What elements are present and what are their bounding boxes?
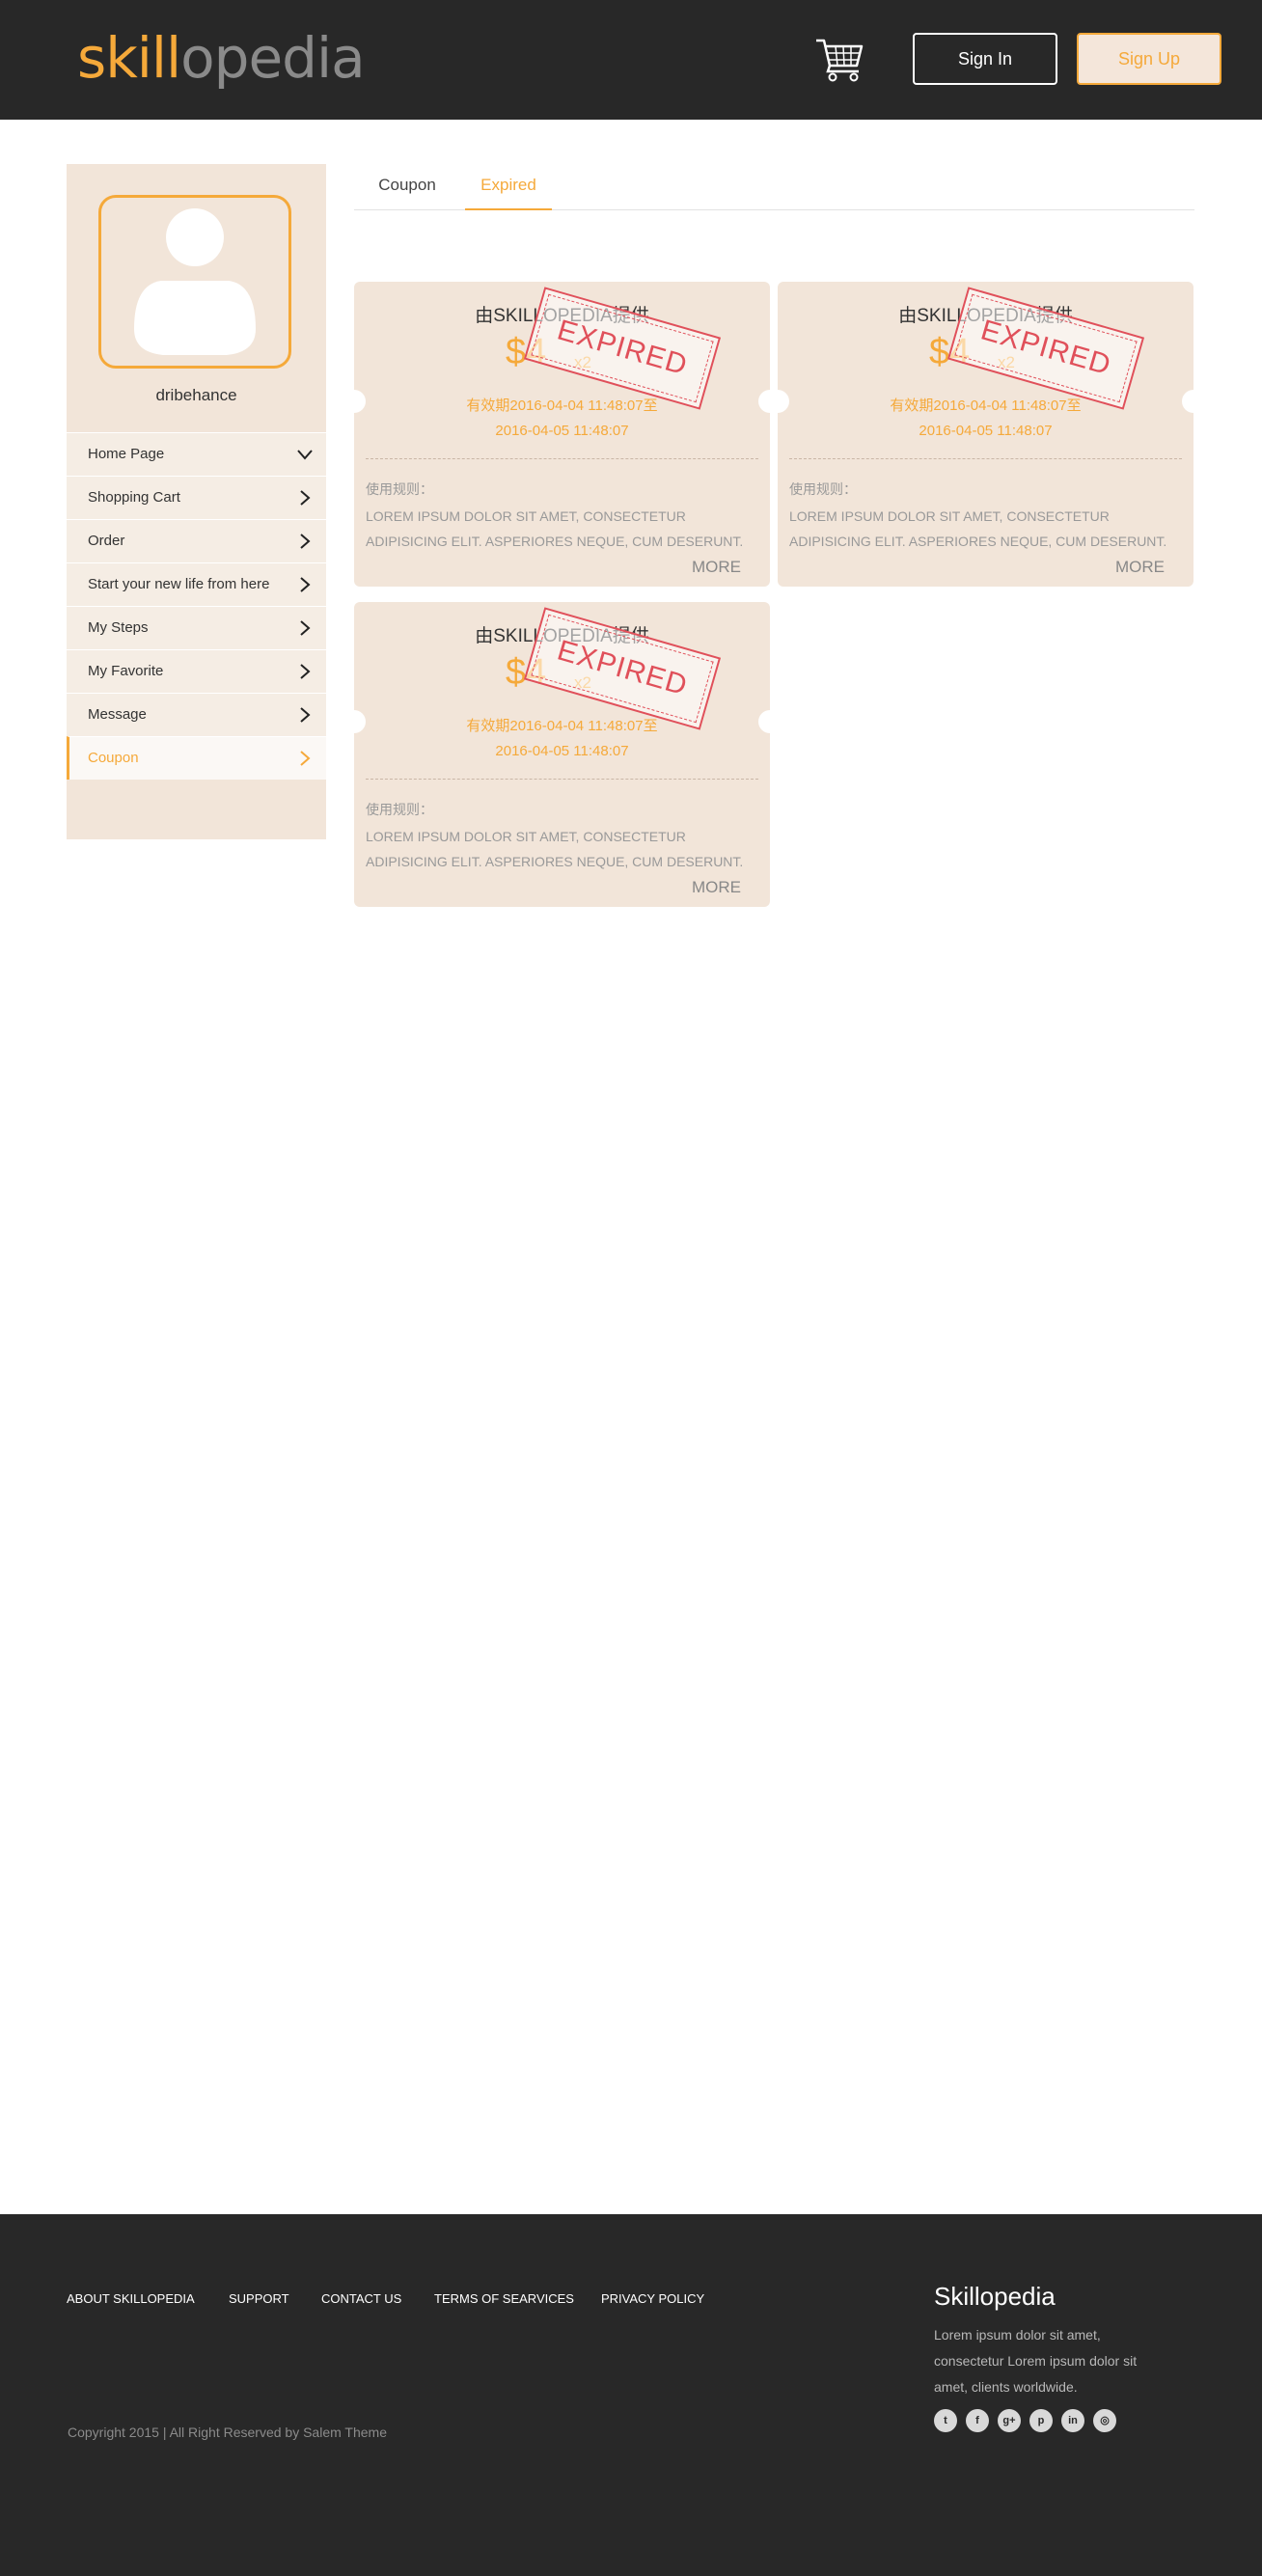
- sidebar-item-label: Start your new life from here: [88, 576, 270, 592]
- coupon-rules-text: LOREM IPSUM DOLOR SIT AMET, CONSECTETUR …: [366, 508, 744, 549]
- more-link[interactable]: MORE: [1115, 558, 1165, 577]
- sidebar-item-label: Shopping Cart: [88, 489, 180, 506]
- coupon-rules-title: 使用规则：: [789, 481, 857, 497]
- copyright-text: Copyright 2015 | All Right Reserved by S…: [68, 2425, 387, 2440]
- chevron-right-icon: [300, 751, 311, 766]
- sidebar-item-my-favorite[interactable]: My Favorite: [67, 649, 326, 693]
- coupon-card[interactable]: 由SKILLOPEDIA提供 $4 x2 有效期2016-04-04 11:48…: [354, 602, 770, 907]
- sidebar-item-label: Coupon: [88, 750, 139, 766]
- tab-coupon[interactable]: Coupon: [354, 176, 460, 210]
- chevron-right-icon: [300, 620, 311, 636]
- chevron-right-icon: [300, 534, 311, 549]
- chevron-down-icon: [297, 450, 313, 460]
- pinterest-icon[interactable]: p: [1029, 2409, 1053, 2432]
- chevron-right-icon: [300, 490, 311, 506]
- chevron-right-icon: [300, 707, 311, 723]
- chevron-right-icon: [300, 577, 311, 592]
- footer-link-support[interactable]: SUPPORT: [229, 2291, 289, 2306]
- sidebar-item-label: My Steps: [88, 619, 149, 636]
- coupon-rules-title: 使用规则：: [366, 802, 433, 817]
- coupon-rules-title: 使用规则：: [366, 481, 433, 497]
- coupon-card[interactable]: 由SKILLOPEDIA提供 $4 x2 有效期2016-04-04 11:48…: [354, 282, 770, 587]
- validity-start: 有效期2016-04-04 11:48:07至: [466, 718, 658, 734]
- footer-link-privacy[interactable]: PRIVACY POLICY: [601, 2291, 704, 2306]
- footer-link-contact[interactable]: CONTACT US: [321, 2291, 401, 2306]
- divider: [366, 458, 758, 459]
- coupon-rules-text: LOREM IPSUM DOLOR SIT AMET, CONSECTETUR …: [366, 829, 744, 869]
- validity-end: 2016-04-05 11:48:07: [495, 743, 629, 759]
- divider: [789, 458, 1182, 459]
- sidebar-item-label: Message: [88, 706, 147, 723]
- footer-brand: Skillopedia: [934, 2282, 1056, 2311]
- validity-end: 2016-04-05 11:48:07: [495, 423, 629, 439]
- account-sidebar: dribehance Home Page Shopping Cart Order…: [67, 164, 326, 839]
- sign-in-button[interactable]: Sign In: [913, 33, 1057, 85]
- sign-up-button[interactable]: Sign Up: [1077, 33, 1221, 85]
- coupon-validity: 有效期2016-04-04 11:48:07至 2016-04-05 11:48…: [354, 394, 770, 444]
- footer-link-terms[interactable]: TERMS OF SEARVICES: [434, 2291, 574, 2306]
- sidebar-item-start-new-life[interactable]: Start your new life from here: [67, 562, 326, 606]
- coupon-card[interactable]: 由SKILLOPEDIA提供 $4 x2 有效期2016-04-04 11:48…: [778, 282, 1193, 587]
- chevron-right-icon: [300, 664, 311, 679]
- more-link[interactable]: MORE: [692, 558, 741, 577]
- sidebar-item-shopping-cart[interactable]: Shopping Cart: [67, 476, 326, 519]
- logo-skill-text: skill: [77, 25, 181, 91]
- validity-end: 2016-04-05 11:48:07: [919, 423, 1053, 439]
- sidebar-item-message[interactable]: Message: [67, 693, 326, 736]
- dribbble-icon[interactable]: ◎: [1093, 2409, 1116, 2432]
- google-plus-icon[interactable]: g+: [998, 2409, 1021, 2432]
- coupon-tabs: Coupon Expired: [354, 164, 1194, 210]
- footer-description: Lorem ipsum dolor sit amet, consectetur …: [934, 2327, 1138, 2395]
- sidebar-menu: Home Page Shopping Cart Order Start your…: [67, 432, 326, 780]
- footer-link-about[interactable]: ABOUT SKILLOPEDIA: [67, 2291, 195, 2306]
- sidebar-item-my-steps[interactable]: My Steps: [67, 606, 326, 649]
- logo-opedia-text: opedia: [180, 25, 365, 91]
- username: dribehance: [155, 386, 237, 404]
- twitter-icon[interactable]: t: [934, 2409, 957, 2432]
- sidebar-item-coupon[interactable]: Coupon: [67, 736, 326, 780]
- more-link[interactable]: MORE: [692, 878, 741, 897]
- coupon-validity: 有效期2016-04-04 11:48:07至 2016-04-05 11:48…: [354, 714, 770, 764]
- validity-start: 有效期2016-04-04 11:48:07至: [466, 397, 658, 414]
- site-footer: ABOUT SKILLOPEDIA SUPPORT CONTACT US TER…: [0, 2214, 1262, 2576]
- validity-start: 有效期2016-04-04 11:48:07至: [890, 397, 1082, 414]
- sidebar-item-order[interactable]: Order: [67, 519, 326, 562]
- coupon-validity: 有效期2016-04-04 11:48:07至 2016-04-05 11:48…: [778, 394, 1193, 444]
- site-header: skillopedia Sign In Sign Up: [0, 0, 1262, 120]
- sidebar-item-label: Home Page: [88, 446, 165, 462]
- divider: [366, 779, 758, 780]
- sidebar-item-home-page[interactable]: Home Page: [67, 432, 326, 476]
- avatar[interactable]: [98, 195, 291, 369]
- shopping-cart-icon[interactable]: [814, 35, 864, 83]
- sidebar-item-label: My Favorite: [88, 663, 164, 679]
- facebook-icon[interactable]: f: [966, 2409, 989, 2432]
- linkedin-icon[interactable]: in: [1061, 2409, 1084, 2432]
- sidebar-item-label: Order: [88, 533, 125, 549]
- tab-expired[interactable]: Expired: [465, 176, 552, 210]
- coupon-rules-text: LOREM IPSUM DOLOR SIT AMET, CONSECTETUR …: [789, 508, 1167, 549]
- site-logo[interactable]: skillopedia: [77, 25, 366, 91]
